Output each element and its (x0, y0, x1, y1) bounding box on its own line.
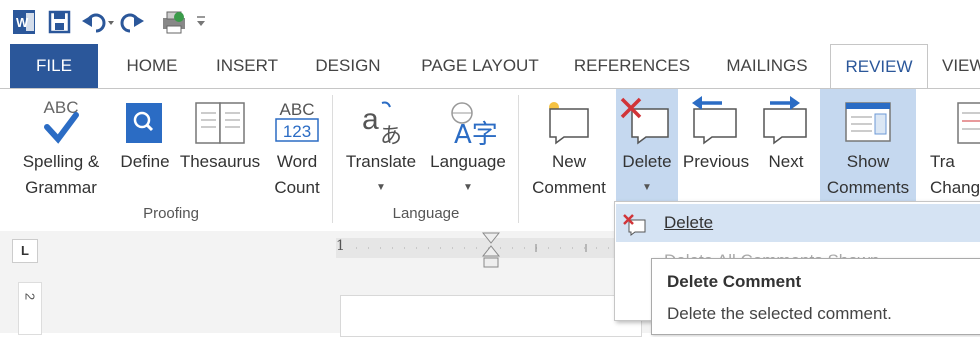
delete-comment-icon (616, 95, 678, 149)
ruler-ticks (356, 244, 626, 252)
tab-mailings[interactable]: MAILINGS (712, 44, 822, 88)
track-changes-label-line1: Tra (930, 152, 955, 171)
tooltip-title: Delete Comment (667, 272, 802, 291)
thesaurus-book-icon (178, 95, 262, 149)
previous-comment-icon (680, 95, 752, 149)
language-label: Language (430, 152, 506, 171)
new-comment-label-line1: New (551, 152, 586, 171)
tooltip-description: Delete the selected comment. (667, 304, 892, 323)
word-count-label-line1: Word (276, 152, 318, 171)
new-comment-icon (524, 95, 614, 149)
language-group-label: Language (392, 205, 460, 222)
svg-text:ABC: ABC (280, 100, 315, 119)
language-button[interactable]: A字 Language ▼ (424, 89, 512, 201)
customize-qat-icon[interactable] (195, 14, 207, 33)
group-divider (332, 95, 333, 223)
track-changes-label-line2: Chang (930, 178, 980, 197)
ruler-number: 1 (336, 238, 345, 254)
tab-view[interactable]: VIEW (942, 44, 980, 88)
language-globe-icon: A字 (424, 95, 512, 150)
tab-insert[interactable]: INSERT (206, 44, 288, 88)
tab-page-layout[interactable]: PAGE LAYOUT (410, 44, 550, 88)
new-comment-button[interactable]: New Comment (524, 89, 614, 201)
vertical-ruler-number: 2 (22, 292, 38, 301)
undo-icon[interactable] (80, 9, 114, 40)
delete-label: Delete (622, 152, 672, 171)
redo-icon[interactable] (120, 9, 146, 40)
previous-label: Previous (682, 152, 750, 171)
define-label: Define (120, 152, 170, 171)
svg-text:A字: A字 (454, 120, 498, 149)
word-count-button[interactable]: ABC 123 Word Count (266, 89, 328, 201)
indent-marker[interactable] (481, 232, 501, 275)
proofing-group-label: Proofing (143, 205, 199, 222)
svg-text:あ: あ (380, 124, 402, 149)
spelling-check-icon: ABC (14, 95, 108, 149)
translate-icon: aあ (340, 95, 422, 149)
define-icon (114, 95, 176, 149)
print-preview-icon[interactable] (160, 9, 188, 40)
define-button[interactable]: Define (114, 89, 176, 201)
delete-comment-tooltip: Delete Comment Delete the selected comme… (651, 258, 980, 335)
show-comments-label-line2: Comments (826, 178, 910, 197)
tab-design[interactable]: DESIGN (303, 44, 393, 88)
next-label: Next (768, 152, 804, 171)
spelling-label-line2: Grammar (25, 178, 97, 197)
translate-button[interactable]: aあ Translate ▼ (340, 89, 422, 201)
save-icon[interactable] (48, 9, 72, 40)
quick-access-toolbar: W (0, 0, 980, 44)
horizontal-ruler[interactable] (336, 238, 626, 258)
word-count-icon: ABC 123 (266, 95, 328, 149)
tab-file[interactable]: FILE (10, 44, 98, 88)
menu-item-delete[interactable]: Delete (616, 204, 980, 242)
word-logo-icon: W (12, 9, 36, 40)
tab-home[interactable]: HOME (114, 44, 190, 88)
tab-selector[interactable]: L (12, 239, 38, 263)
group-divider (518, 95, 519, 223)
track-changes-icon (926, 95, 980, 149)
show-comments-label-line1: Show (846, 152, 890, 171)
translate-dropdown-arrow[interactable]: ▼ (340, 175, 422, 201)
svg-text:123: 123 (283, 122, 311, 141)
previous-comment-button[interactable]: Previous (680, 89, 752, 201)
spelling-label-line1: Spelling & (22, 152, 100, 171)
show-comments-icon (820, 95, 916, 149)
translate-label: Translate (345, 152, 417, 171)
document-page[interactable] (340, 295, 642, 337)
svg-text:a: a (362, 103, 379, 136)
vertical-ruler[interactable]: 2 (18, 282, 42, 335)
language-dropdown-arrow[interactable]: ▼ (424, 175, 512, 201)
delete-dropdown-arrow[interactable]: ▼ (616, 175, 678, 201)
spelling-grammar-button[interactable]: ABC Spelling & Grammar (14, 89, 108, 201)
track-changes-button[interactable]: Tra Chang (926, 89, 980, 201)
word-count-label-line2: Count (274, 178, 320, 197)
ribbon-tabs: FILE HOME INSERT DESIGN PAGE LAYOUT REFE… (0, 44, 980, 89)
tab-review[interactable]: REVIEW (830, 44, 928, 89)
show-comments-button[interactable]: Show Comments (820, 89, 916, 201)
thesaurus-label: Thesaurus (179, 152, 261, 171)
new-comment-label-line2: Comment (532, 178, 606, 197)
thesaurus-button[interactable]: Thesaurus (178, 89, 262, 201)
tab-references[interactable]: REFERENCES (566, 44, 698, 88)
delete-comment-button[interactable]: Delete ▼ (616, 89, 678, 201)
next-comment-button[interactable]: Next (754, 89, 818, 201)
next-comment-icon (754, 95, 818, 149)
menu-item-delete-label: Delete (664, 213, 714, 232)
